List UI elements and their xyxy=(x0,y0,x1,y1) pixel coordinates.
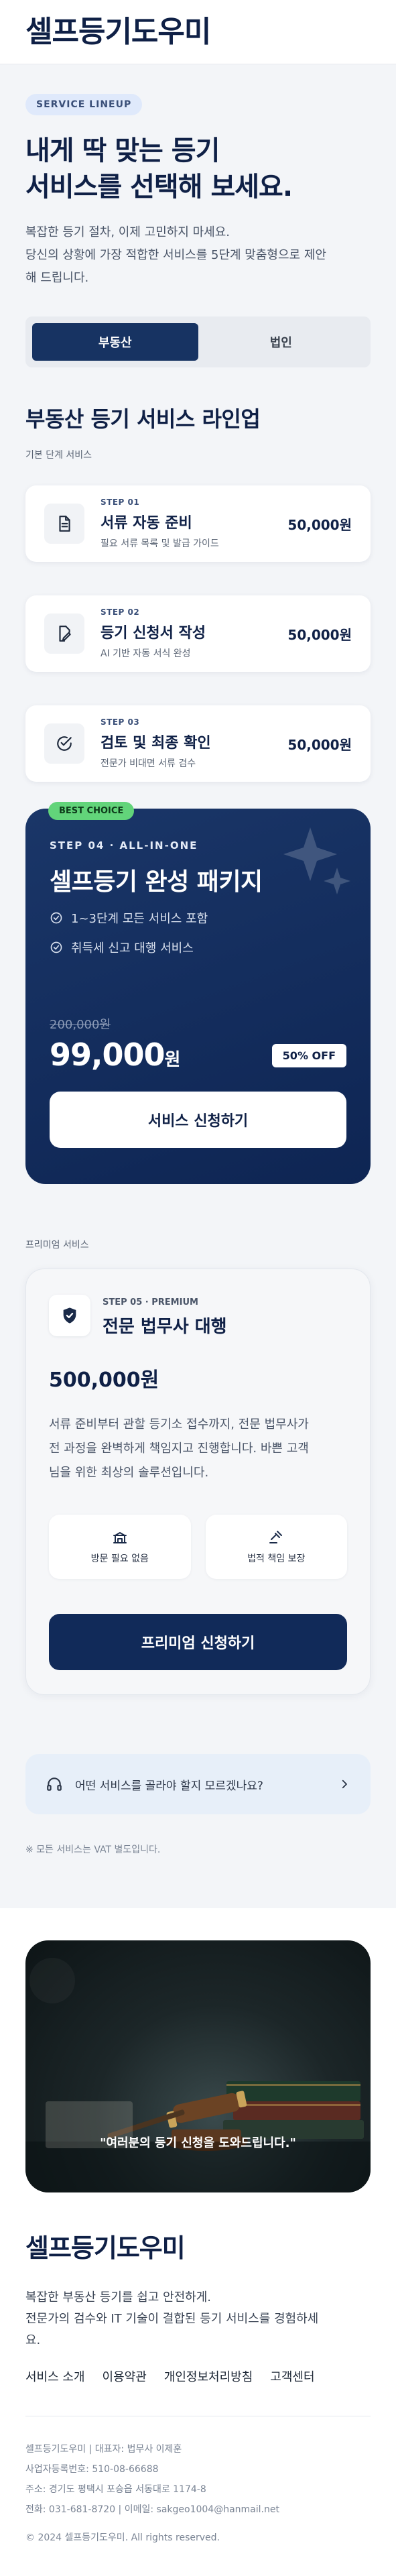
edit-document-icon xyxy=(44,613,84,654)
package-feature-1: 1~3단계 모든 서비스 포함 xyxy=(50,909,346,927)
footer-logo[interactable]: 셀프등기도우미 xyxy=(25,2227,371,2264)
company-info-line: 주소: 경기도 평택시 포승읍 서동대로 1174-8 xyxy=(25,2484,206,2495)
premium-features: 방문 필요 없음 법적 책임 보장 xyxy=(49,1515,347,1579)
step-label: STEP 03 xyxy=(101,717,140,727)
step-desc: 전문가 비대면 서류 검수 xyxy=(101,758,196,769)
shield-icon xyxy=(49,1295,90,1336)
sparkle-icon xyxy=(283,827,350,894)
package-card: STEP 04 · ALL-IN-ONE 셀프등기 완성 패키지 1~3단계 모… xyxy=(25,809,371,1184)
footer-description: 복잡한 부동산 등기를 쉽고 안전하게. 전문가의 검수와 IT 기술이 결합된… xyxy=(25,2287,371,2351)
premium-desc-line-2: 전 과정을 완벽하게 책임지고 진행합니다. 바쁜 고객 xyxy=(49,1442,309,1456)
company-info: 셀프등기도우미 | 대표자: 법무사 이제훈 사업자등록번호: 510-08-6… xyxy=(25,2439,371,2520)
step-desc: AI 기반 자동 서식 완성 xyxy=(101,648,191,659)
step-label: STEP 01 xyxy=(101,497,140,507)
premium-card: STEP 05 · PREMIUM 전문 법무사 대행 500,000원 서류 … xyxy=(25,1269,371,1695)
premium-feature-legal-guarantee: 법적 책임 보장 xyxy=(205,1515,347,1579)
apply-premium-button[interactable]: 프리미엄 신청하기 xyxy=(49,1614,347,1670)
step-name: 서류 자동 준비 xyxy=(101,515,192,532)
premium-name: 전문 법무사 대행 xyxy=(103,1317,227,1337)
step-name: 등기 신청서 작성 xyxy=(101,625,206,642)
hero-desc-line-2: 당신의 상황에 가장 적합한 서비스를 5단계 맞춤형으로 제안 xyxy=(25,248,326,262)
package-price: 99,000원 xyxy=(50,1037,180,1073)
chevron-right-icon xyxy=(342,1779,347,1789)
premium-desc-line-3: 님을 위한 최상의 솔루션입니다. xyxy=(49,1466,209,1480)
help-text: 어떤 서비스를 골라야 할지 모르겠나요? xyxy=(75,1779,263,1793)
premium-feature-no-visit: 방문 필요 없음 xyxy=(49,1515,191,1579)
step-label: STEP 02 xyxy=(101,607,140,617)
building-icon xyxy=(113,1532,127,1543)
check-circle-icon xyxy=(44,723,84,764)
hero-desc-line-3: 해 드립니다. xyxy=(25,271,89,285)
premium-header-text: STEP 05 · PREMIUM 전문 법무사 대행 xyxy=(103,1295,227,1338)
company-info-line: 사업자등록번호: 510-08-66688 xyxy=(25,2464,159,2475)
check-circle-icon xyxy=(50,941,62,953)
premium-section-label: 프리미엄 서비스 xyxy=(25,1240,89,1250)
main-content: SERVICE LINEUP 내게 딱 맞는 등기 서비스를 선택해 보세요. … xyxy=(0,64,396,1856)
step-card-2[interactable]: STEP 02 등기 신청서 작성 AI 기반 자동 서식 완성 50,000원 xyxy=(25,595,371,672)
best-choice-badge: BEST CHOICE xyxy=(48,802,135,820)
package-original-price: 200,000원 xyxy=(50,1018,111,1032)
footer-link-privacy[interactable]: 개인정보처리방침 xyxy=(164,2367,253,2385)
document-icon xyxy=(44,504,84,544)
step-card-1[interactable]: STEP 01 서류 자동 준비 필요 서류 목록 및 발급 가이드 50,00… xyxy=(25,485,371,562)
premium-feature-label: 방문 필요 없음 xyxy=(90,1554,149,1564)
step-name: 검토 및 최종 확인 xyxy=(101,735,211,752)
help-banner[interactable]: 어떤 서비스를 골라야 할지 모르겠나요? xyxy=(25,1754,371,1814)
package-price-row: 99,000원 50% OFF xyxy=(50,1037,346,1073)
hero-desc-line-1: 복잡한 등기 절차, 이제 고민하지 마세요. xyxy=(25,225,230,239)
tab-real-estate[interactable]: 부동산 xyxy=(32,323,198,361)
package-feature-2: 취득세 신고 대행 서비스 xyxy=(50,939,346,956)
step-price: 50,000원 xyxy=(287,516,352,533)
service-lineup-badge: SERVICE LINEUP xyxy=(25,94,143,115)
package-price-value: 99,000 xyxy=(50,1037,166,1073)
package-feature-text: 1~3단계 모든 서비스 포함 xyxy=(71,912,208,926)
footer-link-terms[interactable]: 이용약관 xyxy=(103,2367,147,2385)
company-info-line: 셀프등기도우미 | 대표자: 법무사 이제훈 xyxy=(25,2444,182,2455)
premium-header: STEP 05 · PREMIUM 전문 법무사 대행 xyxy=(49,1295,347,1338)
apply-service-button[interactable]: 서비스 신청하기 xyxy=(50,1092,346,1148)
gavel-books-illustration xyxy=(25,1958,371,2192)
app-header: 셀프등기도우미 xyxy=(0,0,396,64)
premium-description: 서류 준비부터 관할 등기소 접수까지, 전문 법무사가 전 과정을 완벽하게 … xyxy=(49,1413,347,1485)
footer-hero-image: "여러분의 등기 신청을 도와드립니다." xyxy=(25,1940,371,2192)
premium-desc-line-1: 서류 준비부터 관할 등기소 접수까지, 전문 법무사가 xyxy=(49,1417,309,1431)
gavel-icon xyxy=(269,1531,283,1543)
hero-title-line-2: 서비스를 선택해 보세요. xyxy=(25,172,293,202)
copyright: © 2024 셀프등기도우미. All rights reserved. xyxy=(25,2532,220,2543)
premium-price: 500,000원 xyxy=(49,1368,159,1392)
discount-badge: 50% OFF xyxy=(271,1044,346,1067)
company-info-line: 전화: 031-681-8720 | 이메일: sakgeo1004@hanma… xyxy=(25,2504,279,2515)
footer-quote: "여러분의 등기 신청을 도와드립니다." xyxy=(100,2136,296,2150)
footer-link-support[interactable]: 고객센터 xyxy=(270,2367,314,2385)
category-tabs: 부동산 법인 xyxy=(25,316,371,367)
step-price: 50,000원 xyxy=(287,736,352,753)
step-text-3: STEP 03 검토 및 최종 확인 전문가 비대면 서류 검수 xyxy=(101,717,287,770)
hero-title: 내게 딱 맞는 등기 서비스를 선택해 보세요. xyxy=(25,133,371,205)
check-circle-icon xyxy=(50,912,62,924)
premium-feature-label: 법적 책임 보장 xyxy=(247,1554,306,1564)
lineup-title: 부동산 등기 서비스 라인업 xyxy=(25,406,261,432)
step-card-3[interactable]: STEP 03 검토 및 최종 확인 전문가 비대면 서류 검수 50,000원 xyxy=(25,705,371,782)
tab-corporation[interactable]: 법인 xyxy=(198,323,365,361)
headset-icon xyxy=(47,1777,62,1791)
footer-links: 서비스 소개 이용약관 개인정보처리방침 고객센터 xyxy=(25,2367,371,2385)
vat-note: ※ 모든 서비스는 VAT 별도입니다. xyxy=(25,1845,161,1855)
footer-link-about[interactable]: 서비스 소개 xyxy=(25,2367,85,2385)
premium-step-label: STEP 05 · PREMIUM xyxy=(103,1297,198,1307)
footer-desc-line-1: 복잡한 부동산 등기를 쉽고 안전하게. xyxy=(25,2290,212,2304)
site-footer: "여러분의 등기 신청을 도와드립니다." 셀프등기도우미 복잡한 부동산 등기… xyxy=(0,1908,396,2576)
package-price-unit: 원 xyxy=(164,1050,181,1070)
hero-description: 복잡한 등기 절차, 이제 고민하지 마세요. 당신의 상황에 가장 적합한 서… xyxy=(25,221,371,290)
hero-title-line-1: 내게 딱 맞는 등기 xyxy=(25,135,220,166)
step-text-1: STEP 01 서류 자동 준비 필요 서류 목록 및 발급 가이드 xyxy=(101,497,287,550)
lineup-subtitle: 기본 단계 서비스 xyxy=(25,450,92,461)
step-text-2: STEP 02 등기 신청서 작성 AI 기반 자동 서식 완성 xyxy=(101,607,287,660)
brand-logo[interactable]: 셀프등기도우미 xyxy=(25,15,371,50)
step-price: 50,000원 xyxy=(287,626,352,643)
footer-desc-line-3: 요. xyxy=(25,2333,41,2347)
package-section: BEST CHOICE STEP 04 · ALL-IN-ONE 셀프등기 완성… xyxy=(25,802,371,1184)
package-feature-text: 취득세 신고 대행 서비스 xyxy=(71,941,194,955)
footer-desc-line-2: 전문가의 검수와 IT 기술이 결합된 등기 서비스를 경험하세 xyxy=(25,2312,319,2326)
step-desc: 필요 서류 목록 및 발급 가이드 xyxy=(101,538,219,549)
